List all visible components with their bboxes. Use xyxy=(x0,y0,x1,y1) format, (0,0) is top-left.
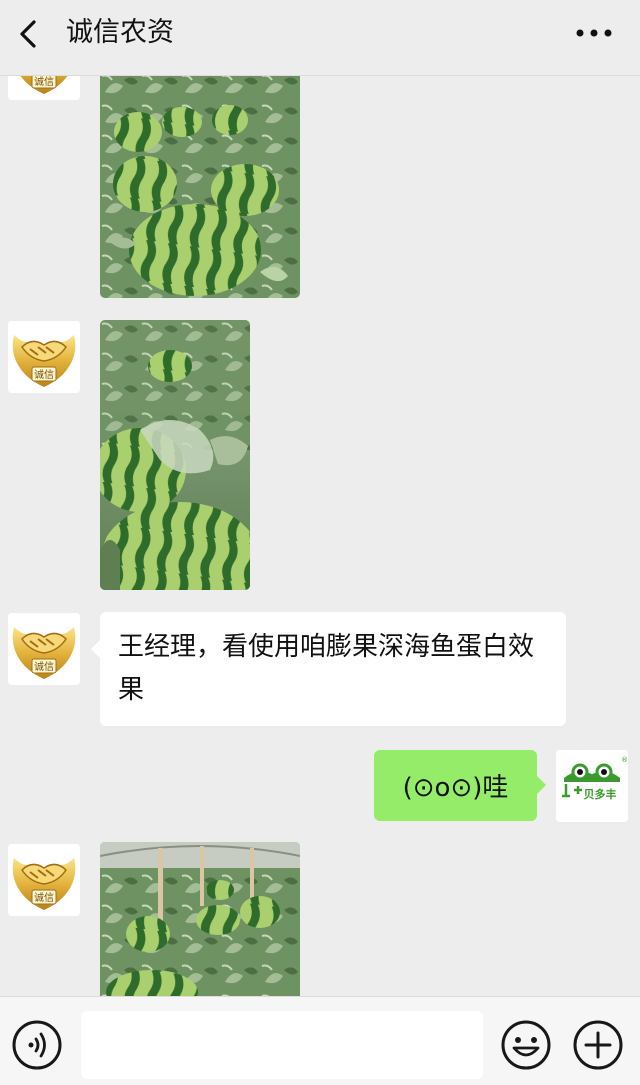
more-dots-icon xyxy=(576,29,612,37)
message-text: 王经理，看使用咱膨果深海鱼蛋白效果 xyxy=(118,632,535,705)
handshake-gold-icon xyxy=(8,321,80,393)
text-bubble-incoming[interactable]: 王经理，看使用咱膨果深海鱼蛋白效果 xyxy=(91,612,566,726)
emoji-button[interactable] xyxy=(500,1019,552,1071)
svg-text:贝多丰: 贝多丰 xyxy=(584,787,617,801)
text-bubble-outgoing[interactable]: (⊙o⊙)哇 xyxy=(374,750,546,821)
more-button[interactable] xyxy=(572,18,616,48)
contact-avatar[interactable] xyxy=(8,613,80,685)
message-input[interactable] xyxy=(81,1011,483,1079)
frog-logo-icon: 贝多丰 ® xyxy=(556,750,628,822)
voice-icon xyxy=(12,1020,62,1070)
contact-avatar[interactable] xyxy=(8,76,80,100)
image-message[interactable] xyxy=(100,320,250,590)
handshake-gold-icon xyxy=(8,613,80,685)
chat-title: 诚信农资 xyxy=(66,17,174,48)
image-message[interactable] xyxy=(100,76,300,298)
emoji-icon xyxy=(501,1020,551,1070)
handshake-gold-icon xyxy=(8,76,80,100)
handshake-gold-icon xyxy=(8,844,80,916)
image-message[interactable] xyxy=(100,842,300,996)
self-avatar[interactable]: 贝多丰 ® xyxy=(556,750,628,822)
contact-avatar[interactable] xyxy=(8,844,80,916)
more-functions-button[interactable] xyxy=(572,1019,624,1071)
watermelon-photo xyxy=(100,320,250,590)
message-text: (⊙o⊙)哇 xyxy=(402,773,509,803)
chevron-left-icon xyxy=(20,20,36,48)
input-bar xyxy=(0,996,640,1085)
watermelon-greenhouse-photo xyxy=(100,842,300,996)
voice-button[interactable] xyxy=(11,1019,63,1071)
chat-area[interactable]: 王经理，看使用咱膨果深海鱼蛋白效果 (⊙o⊙)哇 贝多丰 ® xyxy=(0,76,640,996)
contact-avatar[interactable] xyxy=(8,321,80,393)
top-bar: 诚信农资 xyxy=(0,0,640,76)
svg-text:®: ® xyxy=(621,756,628,764)
back-button[interactable] xyxy=(10,14,50,54)
watermelon-photo xyxy=(100,76,300,298)
plus-circle-icon xyxy=(573,1020,623,1070)
